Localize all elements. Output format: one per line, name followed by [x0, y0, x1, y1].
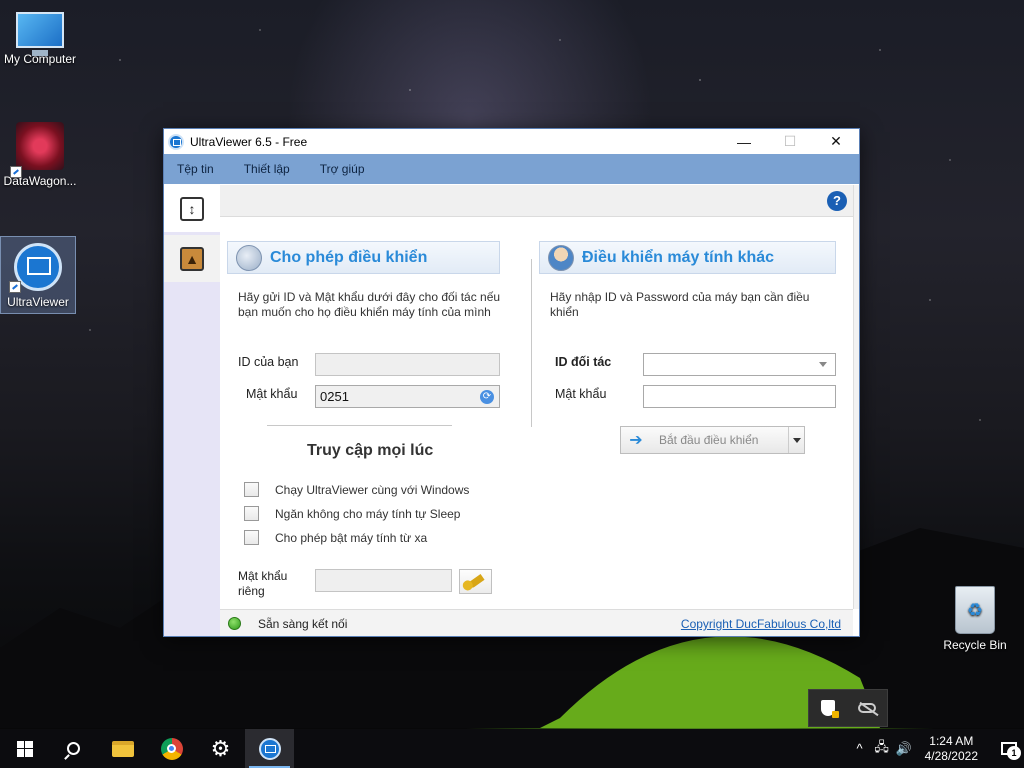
user-icon: [548, 244, 574, 271]
settings-button[interactable]: ⚙: [196, 729, 245, 768]
control-other-description: Hãy nhập ID và Password của máy bạn cần …: [550, 290, 810, 319]
your-id-field[interactable]: [315, 353, 500, 376]
maximize-button[interactable]: ☐: [767, 129, 813, 154]
ultraviewer-taskbar-button[interactable]: [245, 729, 294, 768]
arrow-right-icon: ➔: [629, 432, 643, 449]
option-label: Cho phép bật máy tính từ xa: [275, 530, 428, 545]
desktop-icon-datawagon[interactable]: DataWagon...: [2, 122, 78, 188]
title-bar[interactable]: UltraViewer 6.5 - Free — ☐ ✕: [164, 129, 859, 154]
shortcut-arrow-icon: [10, 166, 22, 178]
taskbar: ⚙ ^ 🖧 🔊 1:24 AM 4/28/2022 1: [0, 729, 1024, 768]
column-divider: [531, 259, 532, 427]
windows-logo-icon: [16, 740, 33, 757]
clock[interactable]: 1:24 AM 4/28/2022: [925, 734, 978, 764]
menu-file[interactable]: Tệp tin: [164, 162, 231, 176]
allow-control-header: Cho phép điều khiển: [227, 241, 500, 274]
start-button[interactable]: [0, 729, 49, 768]
password-value: 0251: [320, 389, 349, 404]
volume-icon[interactable]: 🔊: [893, 741, 915, 757]
toolstrip: ?: [220, 185, 853, 217]
partner-id-combobox[interactable]: [643, 353, 836, 376]
menu-help[interactable]: Trợ giúp: [307, 162, 382, 176]
status-indicator-icon: [228, 617, 241, 630]
recycle-bin-icon: ♻: [955, 586, 995, 634]
gear-icon: ⚙: [210, 735, 231, 761]
status-text: Sẵn sàng kết nối: [258, 617, 348, 631]
control-other-header: Điều khiển máy tính khác: [539, 241, 836, 274]
minimize-button[interactable]: —: [721, 129, 767, 154]
window-title: UltraViewer 6.5 - Free: [190, 134, 308, 149]
ultraviewer-app-icon: [168, 133, 184, 150]
close-button[interactable]: ✕: [813, 129, 859, 154]
desktop-icon-label: UltraViewer: [7, 295, 69, 309]
menu-bar: Tệp tin Thiết lập Trợ giúp: [164, 154, 859, 184]
notification-badge: 1: [1007, 746, 1021, 760]
set-private-password-button[interactable]: [459, 569, 492, 594]
desktop-icon-my-computer[interactable]: My Computer: [2, 12, 78, 66]
always-access-heading: Truy cập mọi lúc: [307, 442, 434, 459]
start-control-button[interactable]: ➔ Bắt đầu điều khiển: [620, 426, 805, 454]
key-icon: [466, 574, 485, 589]
partner-password-label: Mật khẩu: [555, 387, 607, 401]
password-label: Mật khẩu: [246, 387, 298, 401]
option-run-with-windows[interactable]: Chạy UltraViewer cùng với Windows: [244, 482, 469, 497]
menu-settings[interactable]: Thiết lập: [231, 162, 307, 176]
search-icon: [67, 742, 80, 755]
file-explorer-button[interactable]: [98, 729, 147, 768]
onedrive-offline-icon[interactable]: [857, 703, 876, 713]
chevron-up-icon[interactable]: ^: [849, 741, 871, 756]
checkbox[interactable]: [244, 506, 259, 521]
chrome-button[interactable]: [147, 729, 196, 768]
help-icon[interactable]: ?: [827, 191, 847, 211]
security-shield-icon[interactable]: [820, 700, 839, 718]
option-label: Ngăn không cho máy tính tự Sleep: [275, 506, 461, 521]
refresh-password-icon[interactable]: ⟳: [480, 390, 494, 404]
sidebar-tab-connection[interactable]: ↕: [164, 185, 220, 232]
shortcut-arrow-icon: [9, 281, 21, 293]
monitor-icon: [16, 12, 64, 56]
chrome-icon: [160, 737, 183, 760]
option-prevent-sleep[interactable]: Ngăn không cho máy tính tự Sleep: [244, 506, 460, 521]
sidebar-tab-contacts[interactable]: ▲: [164, 235, 220, 282]
chevron-down-icon[interactable]: [819, 362, 827, 367]
clock-time: 1:24 AM: [929, 733, 974, 748]
section-divider: [267, 425, 452, 426]
desktop-icon-ultraviewer[interactable]: UltraViewer: [0, 236, 76, 314]
notifications-button[interactable]: 1: [994, 729, 1024, 768]
satellite-dish-icon: [236, 244, 262, 271]
network-icon[interactable]: 🖧: [871, 738, 893, 760]
option-wake-on-lan[interactable]: Cho phép bật máy tính từ xa: [244, 530, 427, 545]
system-tray: ^ 🖧 🔊 1:24 AM 4/28/2022 1: [849, 729, 1024, 768]
folder-icon: [111, 740, 134, 757]
clock-date: 4/28/2022: [924, 748, 978, 763]
datawagon-icon: [16, 122, 64, 170]
search-button[interactable]: [49, 729, 98, 768]
vertical-scrollbar[interactable]: [853, 185, 859, 609]
tray-overflow-popup: [808, 689, 888, 727]
ultraviewer-icon: [258, 737, 281, 760]
start-control-dropdown[interactable]: [788, 427, 804, 453]
contacts-book-icon: ▲: [180, 246, 204, 271]
ultraviewer-window: UltraViewer 6.5 - Free — ☐ ✕ Tệp tin Thi…: [163, 128, 860, 637]
password-field[interactable]: 0251 ⟳: [315, 385, 500, 408]
checkbox[interactable]: [244, 482, 259, 497]
swap-arrows-icon: ↕: [180, 196, 204, 221]
allow-control-description: Hãy gửi ID và Mật khẩu dưới đây cho đối …: [238, 290, 501, 319]
private-password-field[interactable]: [315, 569, 452, 592]
partner-id-label: ID đối tác: [555, 355, 612, 369]
desktop-icon-label: Recycle Bin: [943, 638, 1007, 652]
allow-control-heading: Cho phép điều khiển: [270, 248, 428, 266]
sidebar: ↕ ▲: [164, 185, 220, 636]
option-label: Chạy UltraViewer cùng với Windows: [275, 482, 470, 497]
private-password-label: Mật khẩu riêng: [238, 569, 288, 598]
start-control-label: Bắt đầu điều khiển: [659, 433, 759, 447]
desktop-icon-recycle-bin[interactable]: ♻ Recycle Bin: [937, 586, 1013, 652]
ultraviewer-icon: [14, 243, 62, 291]
status-bar: Sẵn sàng kết nối Copyright DucFabulous C…: [220, 609, 853, 636]
checkbox[interactable]: [244, 530, 259, 545]
your-id-label: ID của bạn: [238, 355, 299, 369]
partner-password-field[interactable]: [643, 385, 836, 408]
control-other-heading: Điều khiển máy tính khác: [582, 248, 775, 266]
copyright-link[interactable]: Copyright DucFabulous Co,ltd: [681, 617, 841, 631]
